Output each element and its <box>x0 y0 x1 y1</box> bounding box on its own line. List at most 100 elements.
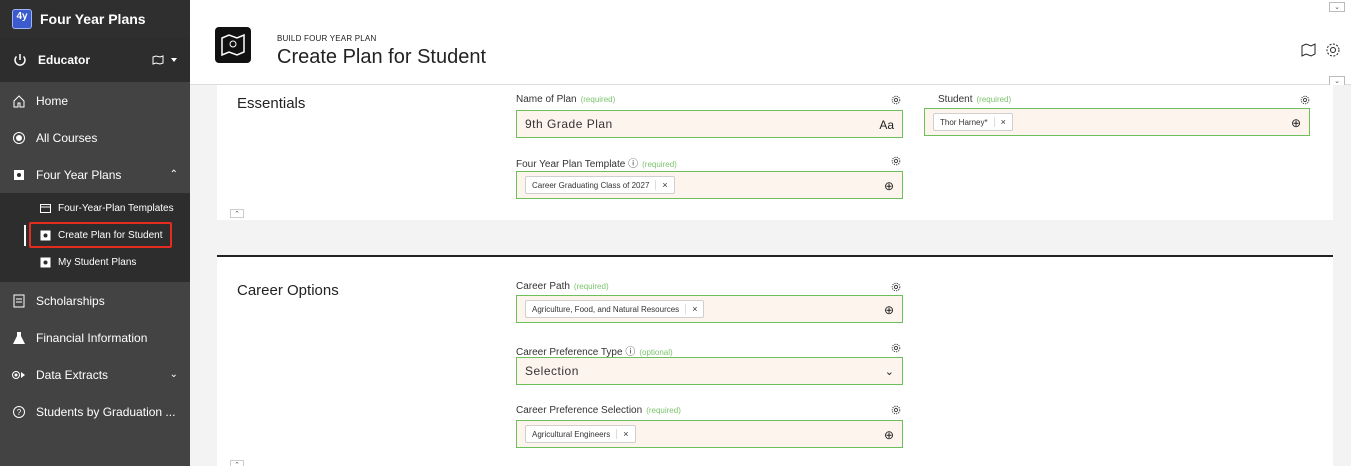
chip-label: Career Graduating Class of 2027 <box>532 180 650 190</box>
page-header: BUILD FOUR YEAR PLAN Create Plan for Stu… <box>190 0 1351 86</box>
sidebar-item-financial[interactable]: Financial Information <box>0 319 190 356</box>
chip-label: Agricultural Engineers <box>532 429 611 439</box>
student-field[interactable]: Thor Harney* × ⊕ <box>924 108 1310 136</box>
sidebar-item-templates[interactable]: Four-Year-Plan Templates <box>0 195 190 222</box>
remove-icon[interactable]: × <box>685 304 697 314</box>
sidebar-item-label: Home <box>36 93 69 108</box>
zoom-icon[interactable]: ⊕ <box>884 428 894 442</box>
sidebar-item-label: Scholarships <box>36 293 105 308</box>
sidebar-filler <box>0 430 190 466</box>
highlight-box <box>29 222 172 248</box>
template-field[interactable]: Career Graduating Class of 2027 × ⊕ <box>516 171 903 199</box>
sidebar-item-data-extracts[interactable]: Data Extracts ⌄ <box>0 356 190 393</box>
chevron-up-icon: ⌃ <box>169 169 178 180</box>
sidebar-item-scholarships[interactable]: Scholarships <box>0 282 190 319</box>
required-tag: (required) <box>580 95 616 104</box>
zoom-icon[interactable]: ⊕ <box>1291 116 1301 130</box>
role-selector[interactable]: Educator <box>0 38 190 82</box>
export-icon <box>12 370 25 379</box>
plan-name-input[interactable]: 9th Grade Plan Aa <box>516 110 903 138</box>
remove-icon[interactable]: × <box>616 429 629 439</box>
page-title: Create Plan for Student <box>277 46 487 68</box>
plan-icon <box>40 257 51 268</box>
app-title: Four Year Plans <box>40 11 146 27</box>
home-icon <box>13 94 25 107</box>
app-header[interactable]: 4y Four Year Plans <box>0 0 190 38</box>
chevron-down-icon: ⌄ <box>169 369 178 380</box>
label-text: Four Year Plan Template <box>516 159 626 170</box>
pref-selection-label: Career Preference Selection (required) <box>516 405 681 416</box>
template-label: Four Year Plan Template ⓘ (required) <box>516 155 677 170</box>
career-path-field[interactable]: Agriculture, Food, and Natural Resources… <box>516 295 903 323</box>
sidebar-item-my-plans[interactable]: My Student Plans <box>0 249 190 276</box>
gear-icon[interactable] <box>891 156 901 166</box>
career-path-label: Career Path (required) <box>516 281 609 292</box>
flask-icon <box>13 331 25 344</box>
gear-icon[interactable] <box>1300 95 1310 105</box>
label-text: Career Path <box>516 281 570 292</box>
required-tag: (required) <box>573 282 609 291</box>
student-label: Student (required) <box>938 94 1011 105</box>
role-label: Educator <box>38 53 91 67</box>
sidebar-item-label: My Student Plans <box>58 257 137 268</box>
zoom-icon[interactable]: ⊕ <box>884 303 894 317</box>
collapse-top-button[interactable]: ⌄ <box>1329 2 1345 12</box>
zoom-icon[interactable]: ⊕ <box>884 179 894 193</box>
main-content: Essentials Name of Plan (required) 9th Gr… <box>190 85 1351 466</box>
collapse-section-button[interactable]: ⌃ <box>230 209 244 218</box>
sidebar-item-label: All Courses <box>36 130 98 145</box>
label-text: Career Preference Selection <box>516 405 643 416</box>
map-icon <box>152 55 164 65</box>
help-icon: ? <box>13 405 25 418</box>
pref-selection-field[interactable]: Agricultural Engineers × ⊕ <box>516 420 903 448</box>
sidebar: 4y Four Year Plans Educator Home All Cou… <box>0 0 190 466</box>
map-settings-icon[interactable] <box>1301 42 1317 58</box>
caret-down-icon <box>171 58 177 62</box>
sidebar-item-four-year-plans[interactable]: Four Year Plans ⌃ <box>0 156 190 193</box>
sidebar-item-label: Students by Graduation ... <box>36 404 176 419</box>
template-icon <box>40 204 51 213</box>
plan-icon <box>14 169 24 180</box>
label-text: Name of Plan <box>516 94 577 105</box>
text-type-icon: Aa <box>879 118 894 132</box>
sidebar-item-students-by-graduation[interactable]: ? Students by Graduation ... <box>0 393 190 430</box>
sidebar-item-all-courses[interactable]: All Courses <box>0 119 190 156</box>
gear-icon[interactable] <box>1325 42 1341 58</box>
career-path-chip[interactable]: Agriculture, Food, and Natural Resources… <box>525 300 705 318</box>
sidebar-item-label: Four-Year-Plan Templates <box>58 203 174 214</box>
gear-icon[interactable] <box>891 95 901 105</box>
svg-text:?: ? <box>17 408 22 417</box>
plan-map-icon <box>215 27 251 63</box>
sidebar-item-label: Data Extracts <box>36 367 109 382</box>
required-tag: (required) <box>976 95 1012 104</box>
label-text: Student <box>938 94 973 105</box>
chip-label: Thor Harney* <box>940 117 988 127</box>
remove-icon[interactable]: × <box>655 180 668 190</box>
section-title: Career Options <box>237 282 339 299</box>
record-icon <box>13 131 25 144</box>
optional-tag: (optional) <box>639 348 673 357</box>
collapse-section-button[interactable]: ⌃ <box>230 460 244 466</box>
required-tag: (required) <box>646 406 681 415</box>
student-chip[interactable]: Thor Harney* × <box>933 113 1013 131</box>
breadcrumb: BUILD FOUR YEAR PLAN <box>277 34 377 43</box>
document-icon <box>13 294 25 307</box>
gear-icon[interactable] <box>891 282 901 292</box>
section-title: Essentials <box>237 95 306 112</box>
name-label: Name of Plan (required) <box>516 94 615 105</box>
pref-selection-chip[interactable]: Agricultural Engineers × <box>525 425 636 443</box>
sidebar-item-home[interactable]: Home <box>0 82 190 119</box>
remove-icon[interactable]: × <box>993 117 1006 127</box>
active-indicator <box>24 225 26 246</box>
select-value: Selection <box>525 364 579 378</box>
power-icon <box>14 54 26 66</box>
pref-type-label: Career Preference Type ⓘ (optional) <box>516 343 673 358</box>
template-chip[interactable]: Career Graduating Class of 2027 × <box>525 176 675 194</box>
gear-icon[interactable] <box>891 343 901 353</box>
sidebar-item-label: Financial Information <box>36 330 148 345</box>
app-logo: 4y <box>12 9 32 29</box>
gear-icon[interactable] <box>891 405 901 415</box>
pref-type-select[interactable]: Selection ⌄ <box>516 357 903 385</box>
sidebar-item-label: Four Year Plans <box>36 167 122 182</box>
essentials-section: Essentials Name of Plan (required) 9th Gr… <box>217 85 1333 220</box>
